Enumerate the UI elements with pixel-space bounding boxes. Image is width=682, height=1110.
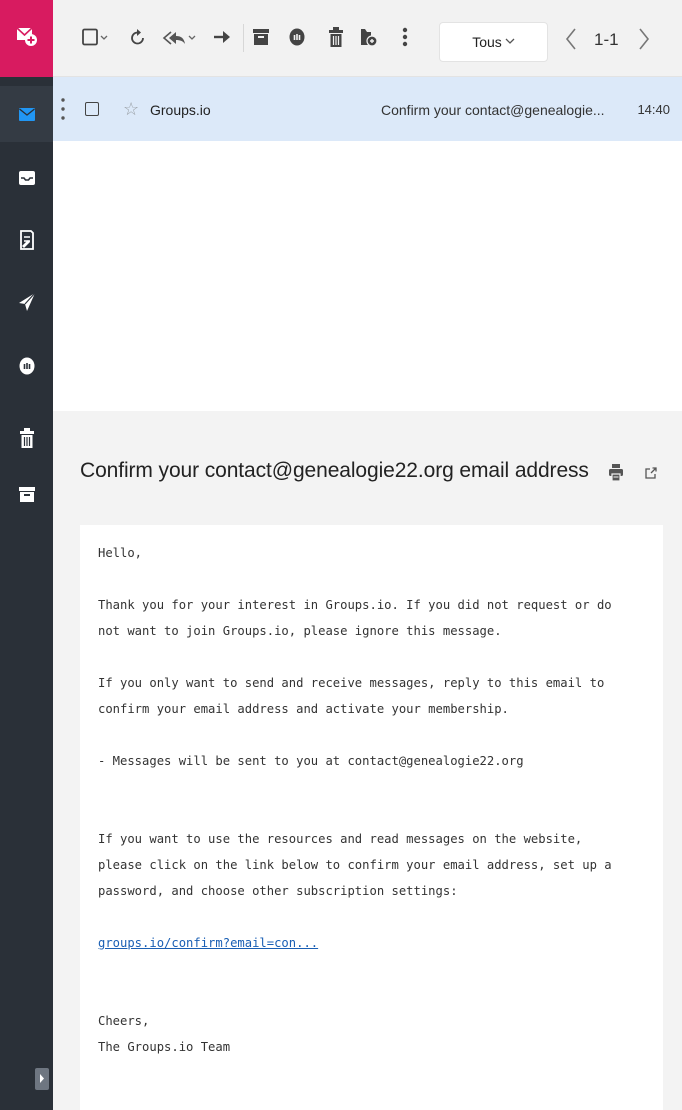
print-button[interactable] <box>609 464 623 486</box>
chevron-down-icon <box>505 37 515 48</box>
expand-sidebar-button[interactable] <box>35 1068 49 1090</box>
archive-icon <box>18 486 35 502</box>
message-sender: Groups.io <box>150 102 211 118</box>
refresh-icon <box>130 28 146 51</box>
message-time: 14:40 <box>637 102 670 117</box>
chevron-right-icon <box>639 28 650 50</box>
email-subject: Confirm your contact@genealogie22.org em… <box>80 459 589 482</box>
reading-pane: Confirm your contact@genealogie22.org em… <box>53 411 682 1110</box>
rail-item-trash[interactable] <box>0 410 53 466</box>
reply-all-icon <box>162 28 196 51</box>
prev-page-button[interactable] <box>565 28 577 55</box>
chevron-right-icon <box>39 1070 45 1088</box>
archive-icon <box>253 28 269 50</box>
toolbar: Tous 1-1 <box>53 0 682 77</box>
refresh-button[interactable] <box>130 28 146 50</box>
rail-item-archive[interactable] <box>0 466 53 522</box>
select-dropdown[interactable] <box>82 28 108 50</box>
message-list-row[interactable]: ☆ Groups.io Confirm your contact@genealo… <box>53 77 682 141</box>
more-actions-button[interactable] <box>402 27 408 52</box>
email-paragraph: If you only want to send and receive mes… <box>98 676 605 716</box>
print-icon <box>609 464 623 482</box>
spam-icon <box>289 28 305 51</box>
message-subject: Confirm your contact@genealogie... <box>381 102 605 118</box>
email-paragraph: - Messages will be sent to you at contac… <box>98 754 524 768</box>
archive-button[interactable] <box>253 28 269 50</box>
trash-icon <box>329 26 343 52</box>
external-link-icon <box>645 467 657 479</box>
email-paragraph: Thank you for your interest in Groups.io… <box>98 598 612 638</box>
rail-item-sent[interactable] <box>0 274 53 330</box>
email-paragraph: If you want to use the resources and rea… <box>98 832 612 898</box>
delete-button[interactable] <box>329 26 343 52</box>
email-signature: The Groups.io Team <box>98 1040 231 1054</box>
select-checkbox-icon <box>82 28 108 51</box>
drafts-icon <box>19 230 35 250</box>
rail-item-inbox[interactable] <box>0 86 53 142</box>
message-checkbox[interactable] <box>85 102 99 116</box>
next-page-button[interactable] <box>638 28 650 55</box>
inbox-icon <box>18 107 35 121</box>
spam-button[interactable] <box>289 28 305 50</box>
star-icon[interactable]: ☆ <box>123 99 139 120</box>
chevron-left-icon <box>565 28 576 50</box>
pagination-label: 1-1 <box>594 30 619 49</box>
compose-icon <box>15 24 38 53</box>
email-body: Hello, Thank you for your interest in Gr… <box>80 525 663 1110</box>
tray-icon <box>18 171 35 185</box>
toolbar-divider <box>243 24 244 52</box>
rail-item-tray[interactable] <box>0 150 53 206</box>
email-closing: Cheers, <box>98 1014 150 1028</box>
email-greeting: Hello, <box>98 546 143 560</box>
filter-label: Tous <box>472 34 502 50</box>
forward-icon <box>213 29 231 50</box>
rail-item-drafts[interactable] <box>0 212 53 268</box>
sent-icon <box>18 292 36 312</box>
move-to-folder-button[interactable] <box>360 28 378 50</box>
left-rail <box>0 0 53 1110</box>
more-icon <box>402 27 408 52</box>
move-to-folder-icon <box>360 27 378 52</box>
open-new-window-button[interactable] <box>645 466 657 484</box>
rail-item-spam[interactable] <box>0 338 53 394</box>
filter-dropdown[interactable]: Tous <box>439 22 548 62</box>
reply-all-dropdown[interactable] <box>162 28 196 50</box>
trash-icon <box>19 428 34 448</box>
confirm-link[interactable]: groups.io/confirm?email=con... <box>98 936 318 950</box>
compose-button[interactable] <box>0 0 53 77</box>
spam-icon <box>19 357 35 375</box>
drag-handle-icon[interactable] <box>61 97 65 126</box>
forward-button[interactable] <box>213 28 231 50</box>
